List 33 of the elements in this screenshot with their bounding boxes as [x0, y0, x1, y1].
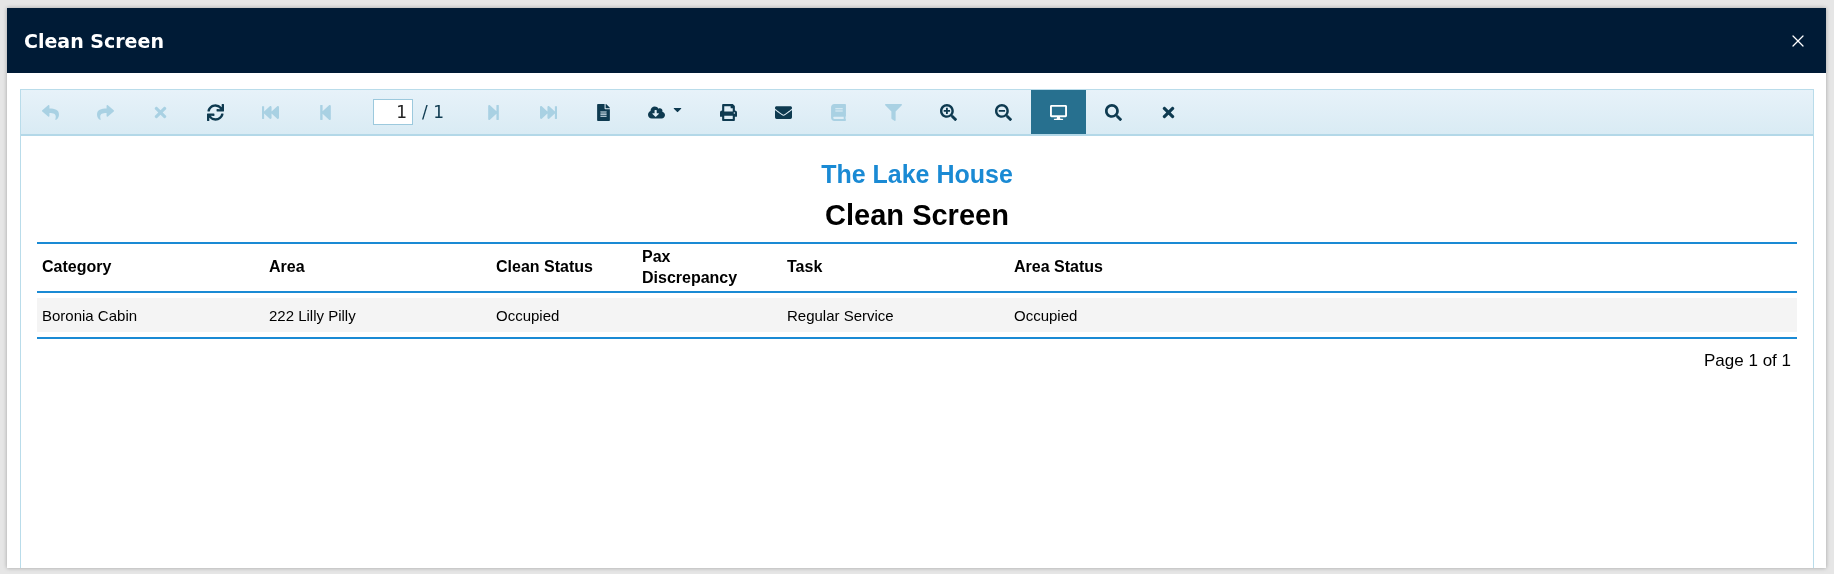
- table-cell: Regular Service: [782, 298, 1009, 332]
- monitor-icon: [1049, 103, 1067, 121]
- column-header: Pax Discrepancy: [637, 243, 782, 292]
- refresh-icon: [207, 103, 224, 121]
- undo-icon: [42, 103, 59, 121]
- table-cell: Occupied: [491, 298, 637, 332]
- page-field[interactable]: 1: [373, 99, 413, 125]
- window-title: Clean Screen: [24, 29, 164, 52]
- last-page-icon: [539, 103, 557, 121]
- zoom-out-icon: [994, 103, 1012, 121]
- column-header: Area: [264, 243, 491, 292]
- table-cell: Occupied: [1009, 298, 1797, 332]
- table-cell: Boronia Cabin: [37, 298, 264, 332]
- first-page-icon: [262, 103, 279, 121]
- envelope-icon: [774, 103, 792, 121]
- redo-icon: [97, 103, 114, 121]
- column-header: Task: [782, 243, 1009, 292]
- report-title: Clean Screen: [825, 199, 1009, 232]
- zoom-in-icon: [939, 103, 957, 121]
- document-icon: [594, 103, 612, 121]
- column-header: Category: [37, 243, 264, 292]
- page-total: / 1: [422, 102, 444, 122]
- table-cell: 222 Lilly Pilly: [264, 298, 491, 332]
- search-icon: [1104, 103, 1122, 121]
- page-number: Page 1 of 1: [1704, 351, 1792, 371]
- filter-icon: [884, 103, 902, 121]
- column-header: Clean Status: [491, 243, 637, 292]
- previous-page-icon: [317, 103, 334, 121]
- company-name: The Lake House: [821, 160, 1013, 189]
- view-button[interactable]: [1030, 90, 1086, 134]
- book-icon: [829, 103, 847, 121]
- printer-icon: [719, 103, 737, 121]
- column-header: Area Status: [1009, 243, 1797, 292]
